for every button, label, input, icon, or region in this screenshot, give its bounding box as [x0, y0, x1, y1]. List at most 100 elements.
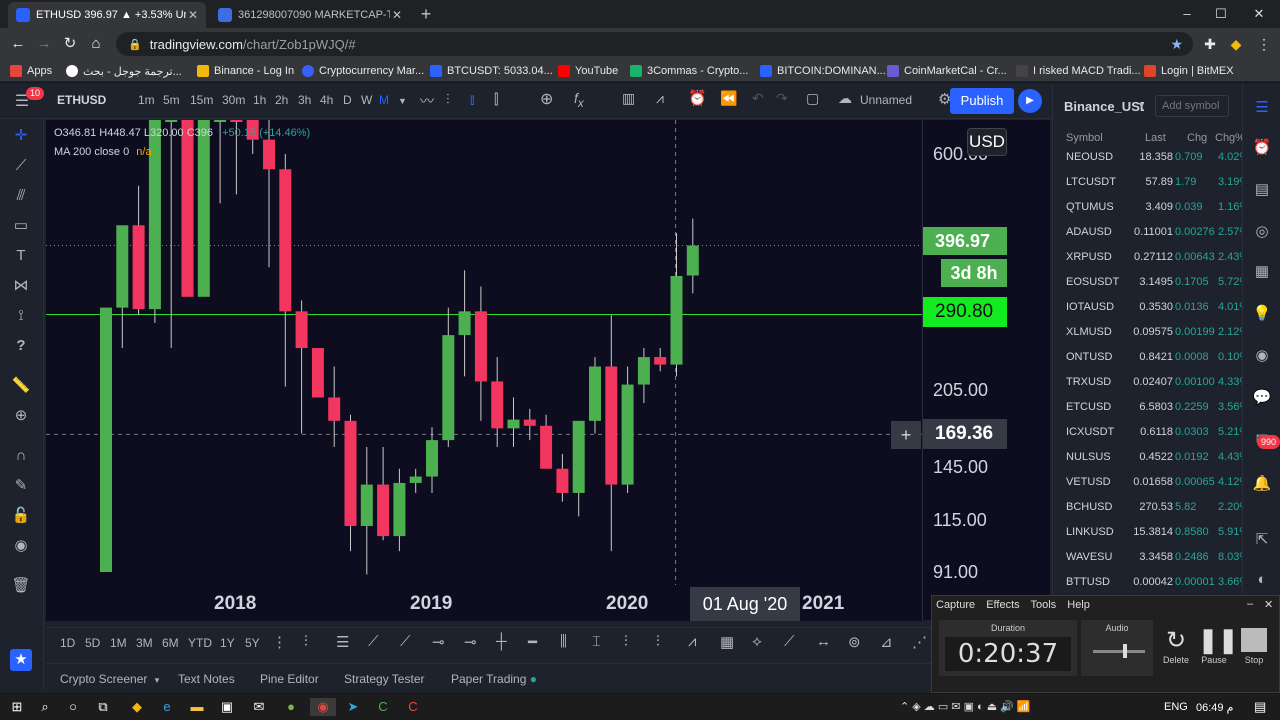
- column-chg-pct[interactable]: Chg%: [1215, 132, 1245, 144]
- chats-icon[interactable]: 💬: [1251, 387, 1273, 409]
- triangle-icon[interactable]: ⊿: [880, 633, 893, 651]
- forward-icon[interactable]: →: [34, 34, 54, 54]
- crosshair-icon[interactable]: ✛: [10, 125, 32, 147]
- extension-binance-icon[interactable]: ◆: [1226, 34, 1246, 54]
- range-1y[interactable]: 1Y: [220, 636, 235, 650]
- close-tab-icon[interactable]: ✕: [188, 8, 198, 22]
- brush-icon[interactable]: ⟋: [784, 633, 795, 650]
- chrome-menu-icon[interactable]: ⋮: [1254, 34, 1274, 54]
- fib-icon[interactable]: ⫶: [304, 633, 308, 650]
- language-indicator[interactable]: ENG: [1164, 701, 1188, 713]
- url-input[interactable]: 🔒 tradingview.com/chart/Zob1pWJQ/# ★: [116, 32, 1193, 56]
- delete-button[interactable]: ↻ Delete: [1160, 626, 1192, 665]
- range-5y[interactable]: 5Y: [245, 636, 260, 650]
- vertical-line-icon[interactable]: ┼: [496, 633, 507, 650]
- bookmark-3commas[interactable]: 3Commas - Crypto...: [630, 63, 748, 79]
- watchlist-row[interactable]: NULSUS 0.4522 0.0192 4.43%: [1053, 445, 1249, 470]
- publish-button[interactable]: Publish: [950, 88, 1014, 114]
- interval-30m[interactable]: 30m: [222, 93, 245, 107]
- menu-help[interactable]: Help: [1067, 599, 1090, 611]
- column-symbol[interactable]: Symbol: [1066, 132, 1103, 144]
- cortana-icon[interactable]: ○: [64, 698, 82, 716]
- stay-drawing-icon[interactable]: ✎: [10, 475, 32, 497]
- tab-text-notes[interactable]: Text Notes: [178, 672, 235, 686]
- new-tab-button[interactable]: +: [416, 3, 436, 25]
- notification-center-icon[interactable]: ▤: [1254, 699, 1266, 715]
- close-tab-icon[interactable]: ✕: [392, 8, 402, 22]
- lines-icon[interactable]: ☰: [336, 633, 349, 651]
- menu-capture[interactable]: Capture: [936, 599, 975, 611]
- magnet-icon[interactable]: ∩: [10, 445, 32, 467]
- bars-icon[interactable]: ⫶: [446, 91, 450, 108]
- financials-icon[interactable]: ▥: [622, 90, 635, 107]
- interval-dropdown-icon[interactable]: ▼: [398, 96, 407, 106]
- lock-drawings-icon[interactable]: 🔓: [10, 505, 32, 527]
- tab-crypto-screener[interactable]: Crypto Screener ▾: [60, 672, 159, 686]
- column-chg[interactable]: Chg: [1187, 132, 1207, 144]
- interval-2h[interactable]: 2h: [275, 93, 288, 107]
- bookmark-apps[interactable]: Apps: [10, 63, 52, 79]
- range-1m[interactable]: 1M: [110, 636, 127, 650]
- chart-pane[interactable]: O346.81 H448.47 L320.00 C396 +50.15 (+14…: [46, 120, 922, 620]
- tab-pine-editor[interactable]: Pine Editor: [260, 672, 319, 686]
- watchlist-exchange-select[interactable]: Binance_USD: [1064, 99, 1144, 114]
- store-icon[interactable]: ▣: [218, 698, 236, 716]
- grid-icon[interactable]: ▦: [720, 633, 734, 651]
- elliott-icon[interactable]: ⩘: [688, 633, 696, 650]
- dom-icon[interactable]: ◐: [1251, 569, 1273, 591]
- horizontal-line-icon[interactable]: ━: [528, 633, 537, 651]
- watchlist-row[interactable]: BCHUSD 270.53 5.82 2.20%: [1053, 495, 1249, 520]
- text-tool-icon[interactable]: T: [10, 245, 32, 267]
- rectangle-shape-icon[interactable]: ▭: [10, 215, 32, 237]
- pitchfork-icon[interactable]: ⫻: [10, 185, 32, 207]
- minimize-button[interactable]: –: [1172, 4, 1202, 24]
- layout-name[interactable]: Unnamed: [860, 93, 912, 107]
- compare-add-icon[interactable]: ⊕: [540, 89, 553, 109]
- time-axis[interactable]: 2018 2019 2020 2021 01 Aug '20: [46, 585, 922, 621]
- candles-icon[interactable]: ⫾: [470, 91, 474, 108]
- watchlist-row[interactable]: ONTUSD 0.8421 0.0008 0.10%: [1053, 345, 1249, 370]
- reload-icon[interactable]: ↻: [60, 34, 80, 54]
- watchlist-row[interactable]: ICXUSDT 0.6118 0.0303 5.21%: [1053, 420, 1249, 445]
- symbol-search[interactable]: ETHUSD: [57, 93, 106, 107]
- chevron-down-icon[interactable]: ▼: [1137, 100, 1146, 110]
- watchlist-row[interactable]: ADAUSD 0.11001 0.00276 2.57%: [1053, 220, 1249, 245]
- price-axis[interactable]: 600.00 205.00 145.00 115.00 91.00 USD 39…: [922, 120, 1050, 620]
- audio-slider-thumb[interactable]: [1123, 644, 1127, 658]
- more-icon[interactable]: ⋰: [912, 633, 927, 651]
- watchlist-row[interactable]: XRPUSD 0.27112 0.00643 2.43%: [1053, 245, 1249, 270]
- info-line-icon[interactable]: ⊸: [464, 633, 477, 651]
- interval-D[interactable]: D: [343, 93, 352, 107]
- interval-5m[interactable]: 5m: [163, 93, 180, 107]
- browser-tab-ethusd[interactable]: ETHUSD 396.97 ▲ +3.53% Unnam ✕: [8, 2, 206, 28]
- app-icon-1[interactable]: ◆: [128, 698, 146, 716]
- menu-tools[interactable]: Tools: [1031, 599, 1057, 611]
- recorder-minimize-icon[interactable]: –: [1247, 598, 1253, 610]
- pitchfan-icon[interactable]: ⫶: [624, 633, 628, 650]
- ruler-icon[interactable]: 📏: [10, 375, 32, 397]
- templates-icon[interactable]: ⩘: [656, 90, 664, 107]
- watchlist-row[interactable]: XLMUSD 0.09575 0.00199 2.12%: [1053, 320, 1249, 345]
- help-icon[interactable]: ?: [10, 335, 32, 357]
- watchlist-row[interactable]: QTUMUS 3.409 0.039 1.16%: [1053, 195, 1249, 220]
- interval-M[interactable]: M: [379, 93, 389, 107]
- bookmark-binance[interactable]: Binance - Log In: [197, 63, 294, 79]
- app-icon-2[interactable]: ●: [282, 698, 300, 716]
- streams-icon[interactable]: ◉: [1251, 345, 1273, 367]
- visibility-eye-icon[interactable]: ◉: [10, 535, 32, 557]
- interval-1h[interactable]: 1h: [253, 93, 266, 107]
- range-1d[interactable]: 1D: [60, 636, 75, 650]
- close-window-button[interactable]: ✕: [1244, 4, 1274, 24]
- telegram-icon[interactable]: ➤: [344, 698, 362, 716]
- text-cursor-icon[interactable]: ⌶: [592, 633, 601, 650]
- camtasia-icon[interactable]: C: [374, 698, 392, 716]
- drag-handle-icon[interactable]: ⋮: [272, 633, 287, 651]
- chrome-icon[interactable]: ◉: [310, 698, 336, 716]
- browser-tab-marketcap[interactable]: 361298007090 MARKETCAP-TOT ✕: [210, 2, 410, 28]
- interval-15m[interactable]: 15m: [190, 93, 213, 107]
- mail-icon[interactable]: ✉: [250, 698, 268, 716]
- currency-label[interactable]: USD: [967, 128, 1007, 156]
- range-6m[interactable]: 6M: [162, 636, 179, 650]
- prediction-icon[interactable]: ⟟: [10, 305, 32, 327]
- edge-icon[interactable]: e: [158, 698, 176, 716]
